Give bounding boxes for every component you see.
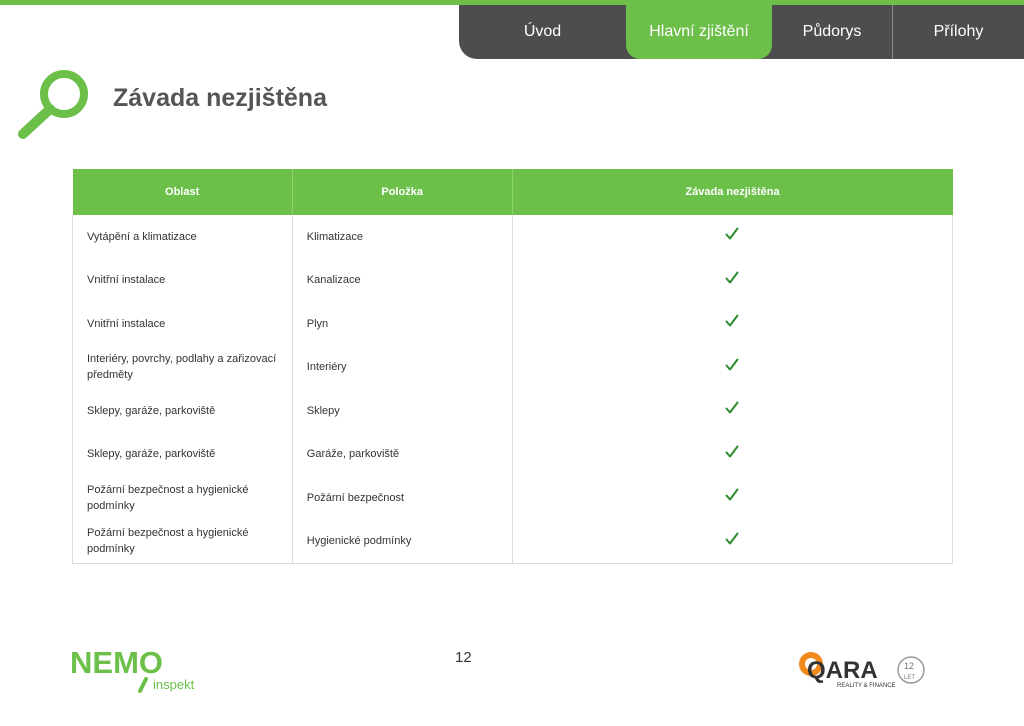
main-navigation: Úvod Hlavní zjištění Půdorys Přílohy: [459, 5, 1024, 59]
cell-polozka: Požární bezpečnost: [291, 476, 513, 520]
svg-text:12: 12: [904, 661, 914, 671]
cell-zavada-nezjistena: [511, 258, 954, 302]
nemo-inspekt-logo: NEMO inspekt: [70, 645, 195, 693]
checkmark-icon: [725, 488, 739, 501]
table-row: Vnitřní instalace Plyn: [72, 302, 954, 346]
qara-logo: QARA REALITY & FINANCE 12 LET: [799, 652, 925, 689]
table-row: Interiéry, povrchy, podlahy a zařizovací…: [72, 345, 954, 389]
tab-uvod[interactable]: Úvod: [459, 5, 626, 59]
cell-zavada-nezjistena: [511, 432, 954, 476]
cell-oblast: Interiéry, povrchy, podlahy a zařizovací…: [72, 345, 293, 389]
cell-polozka: Klimatizace: [291, 215, 513, 259]
tab-hlavni-zjisteni[interactable]: Hlavní zjištění: [626, 5, 772, 59]
tab-pudorys[interactable]: Půdorys: [772, 5, 893, 59]
cell-oblast: Požární bezpečnost a hygienické podmínky: [72, 519, 293, 564]
page-title: Závada nezjištěna: [113, 84, 327, 112]
cell-polozka: Interiéry: [291, 345, 513, 389]
svg-text:LET: LET: [904, 675, 915, 681]
column-header-polozka: Položka: [292, 169, 513, 215]
qara-logo-subtext: REALITY & FINANCE: [837, 683, 896, 689]
table-row: Sklepy, garáže, parkoviště Garáže, parkov…: [72, 432, 954, 476]
cell-oblast: Sklepy, garáže, parkoviště: [72, 432, 293, 476]
findings-table: Oblast Položka Závada nezjištěna Vytápěn…: [72, 169, 954, 564]
cell-oblast: Vytápění a klimatizace: [72, 215, 293, 259]
checkmark-icon: [725, 532, 739, 544]
table-row: Sklepy, garáže, parkoviště Sklepy: [72, 389, 954, 433]
cell-zavada-nezjistena: [511, 345, 954, 389]
cell-zavada-nezjistena: [511, 389, 954, 433]
table-row: Vytápění a klimatizace Klimatizace: [72, 215, 954, 259]
cell-zavada-nezjistena: [511, 302, 954, 346]
cell-polozka: Hygienické podmínky: [291, 519, 513, 564]
checkmark-icon: [725, 271, 739, 284]
magnifier-icon: [18, 70, 88, 139]
cell-polozka: Garáže, parkoviště: [291, 432, 513, 476]
cell-zavada-nezjistena: [511, 519, 954, 564]
checkmark-icon: [725, 445, 739, 458]
cell-oblast: Vnitřní instalace: [72, 302, 293, 346]
column-header-oblast: Oblast: [72, 169, 293, 215]
column-header-zavada: Závada nezjištěna: [512, 169, 953, 215]
cell-oblast: Sklepy, garáže, parkoviště: [72, 389, 293, 433]
cell-polozka: Kanalizace: [291, 258, 513, 302]
table-header-row: Oblast Položka Závada nezjištěna: [72, 169, 953, 215]
cell-polozka: Plyn: [291, 302, 513, 346]
cell-oblast: Vnitřní instalace: [72, 258, 293, 302]
checkmark-icon: [725, 401, 739, 414]
cell-zavada-nezjistena: [511, 476, 954, 520]
table-row: Požární bezpečnost a hygienické podmínky…: [72, 476, 954, 520]
cell-zavada-nezjistena: [511, 215, 954, 259]
table-row: Vnitřní instalace Kanalizace: [72, 258, 954, 302]
checkmark-icon: [725, 227, 739, 240]
nemo-logo-text: NEMO: [70, 645, 163, 680]
qara-logo-text: QARA: [807, 657, 878, 684]
nemo-logo-subtext: inspekt: [153, 677, 195, 692]
cell-oblast: Požární bezpečnost a hygienické podmínky: [72, 476, 293, 520]
checkmark-icon: [725, 314, 739, 327]
tab-prilohy[interactable]: Přílohy: [893, 5, 1024, 59]
page-number: 12: [455, 649, 472, 666]
cell-polozka: Sklepy: [291, 389, 513, 433]
table-row: Požární bezpečnost a hygienické podmínky…: [72, 519, 954, 564]
checkmark-icon: [725, 358, 739, 371]
